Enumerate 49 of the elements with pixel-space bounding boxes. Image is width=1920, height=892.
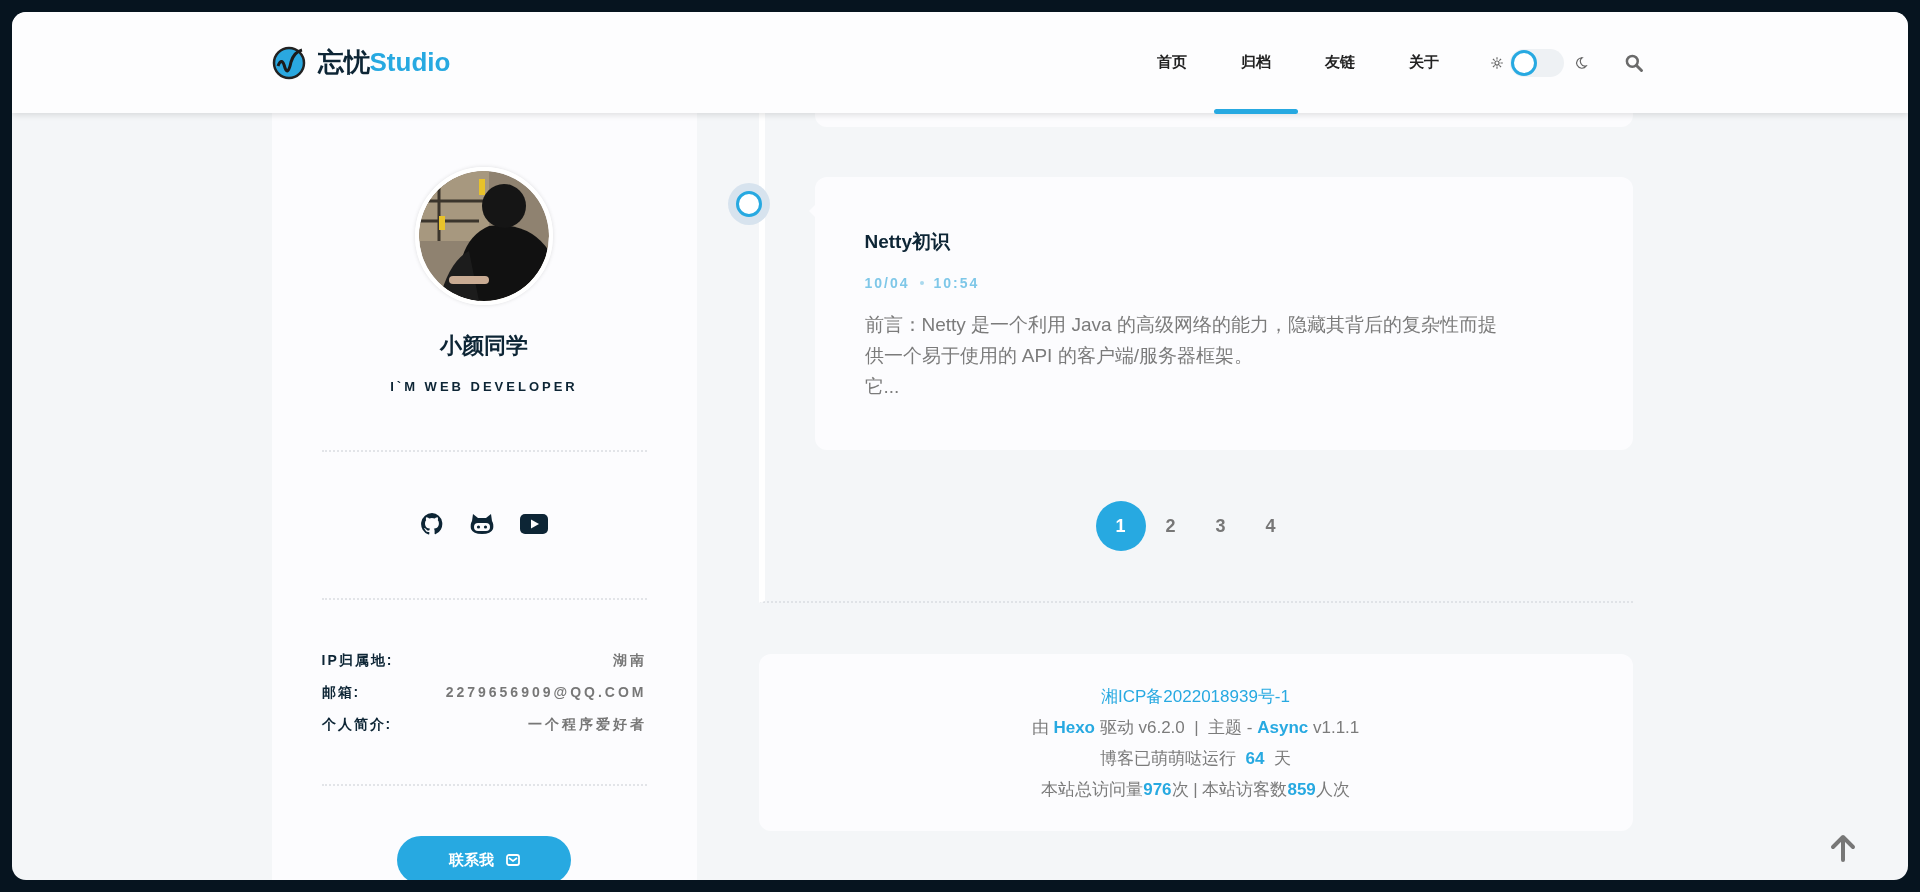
post-date: 10/04 bbox=[864, 275, 910, 291]
contact-button[interactable]: 联系我 bbox=[397, 836, 571, 880]
github-icon[interactable] bbox=[420, 512, 444, 536]
info-label: 邮箱: bbox=[321, 684, 361, 702]
info-value: 一个程序爱好者 bbox=[527, 716, 647, 734]
info-value: 湖南 bbox=[612, 652, 647, 670]
theme-toggle[interactable] bbox=[1509, 48, 1564, 77]
settings-icon[interactable] bbox=[1489, 55, 1504, 70]
footer-link[interactable]: Async bbox=[1257, 717, 1309, 737]
footer-text: 天 bbox=[1272, 748, 1291, 768]
video-play-icon[interactable] bbox=[520, 514, 548, 534]
profile-tagline: I`M WEB DEVELOPER bbox=[390, 379, 578, 394]
post-excerpt: 它... bbox=[864, 375, 900, 399]
search-icon[interactable] bbox=[1623, 52, 1644, 73]
counter-value: 64 bbox=[1245, 748, 1265, 768]
page-link[interactable]: 3 bbox=[1195, 501, 1246, 551]
counter-value: 859 bbox=[1287, 779, 1316, 799]
info-label: IP归属地: bbox=[321, 652, 394, 670]
separator-dot bbox=[919, 281, 924, 285]
arrow-up-icon[interactable] bbox=[1830, 834, 1856, 862]
logo-icon[interactable] bbox=[271, 45, 306, 80]
profile-name: 小颜同学 bbox=[440, 332, 528, 360]
post-excerpt: 前言：Netty 是一个利用 Java 的高级网络的能力，隐藏其背后的复杂性而提 bbox=[864, 313, 1497, 337]
footer-text: 次 | 本站访客数 bbox=[1171, 779, 1288, 799]
nav-link[interactable]: 归档 bbox=[1213, 12, 1298, 113]
site-title[interactable]: 忘忧Studio bbox=[317, 45, 451, 80]
footer-text: 人次 bbox=[1315, 779, 1350, 799]
icp-link[interactable]: 湘ICP备2022018939号-1 bbox=[1101, 684, 1290, 708]
moon-icon[interactable] bbox=[1573, 55, 1588, 70]
post-excerpt: 供一个易于使用的 API 的客户端/服务器框架。 bbox=[864, 344, 1253, 368]
footer-text: 驱动 v6.2.0 | 主题 - bbox=[1098, 717, 1254, 737]
post-time: 10:54 bbox=[933, 275, 980, 291]
page-link[interactable]: 2 bbox=[1145, 501, 1196, 551]
cat-icon[interactable] bbox=[470, 513, 494, 535]
footer-link[interactable]: Hexo bbox=[1053, 717, 1095, 737]
footer-text: 由 bbox=[1031, 717, 1050, 737]
page-link[interactable]: 4 bbox=[1245, 501, 1296, 551]
mail-icon bbox=[505, 854, 520, 866]
counter-value: 976 bbox=[1143, 779, 1172, 799]
page-link[interactable]: 1 bbox=[1095, 501, 1146, 551]
nav-link[interactable]: 友链 bbox=[1297, 12, 1382, 113]
footer-text: 博客已萌萌哒运行 bbox=[1100, 748, 1238, 768]
footer-text: 本站总访问量 bbox=[1041, 779, 1144, 799]
info-label: 个人简介: bbox=[321, 716, 393, 734]
footer-text: v1.1.1 bbox=[1311, 717, 1360, 737]
info-value: 2279656909@QQ.COM bbox=[445, 684, 647, 702]
post-title[interactable]: Netty初识 bbox=[864, 229, 1573, 255]
nav-link[interactable]: 首页 bbox=[1129, 12, 1214, 113]
nav-link[interactable]: 关于 bbox=[1381, 12, 1466, 113]
